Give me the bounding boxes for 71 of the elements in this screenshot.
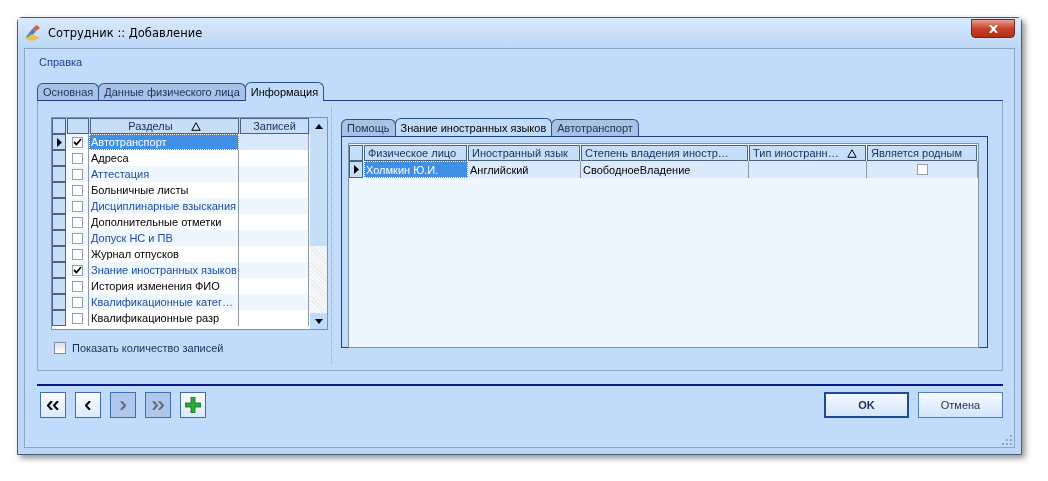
checkbox[interactable] [72,312,83,324]
table-cell: Дисциплинарные взыскания [89,198,239,214]
checkbox[interactable] [54,342,66,354]
sort-icon [846,148,857,158]
column-title: Степень владения иностр… [585,147,729,159]
tab[interactable]: Помощь [341,119,396,136]
scroll-down-icon[interactable] [314,318,323,324]
column-header[interactable]: Является родным [867,145,977,161]
checkbox[interactable] [72,200,83,212]
column-header[interactable]: Степень владения иностр… [581,145,748,161]
first-button[interactable] [40,392,66,418]
table-cell [239,134,309,150]
scroll-up-icon[interactable] [314,123,323,129]
column-header[interactable]: Записей [240,118,309,134]
dialog-button[interactable]: OK [824,392,909,418]
resize-grip-icon [1002,435,1012,445]
dialog-button[interactable]: Отмена [918,392,1003,418]
double-chevron-right-icon [152,400,164,410]
checkbox[interactable] [72,296,83,308]
row-pointer-icon [56,137,62,147]
plus-icon [185,397,201,413]
row-pointer-icon [353,165,359,174]
table-cell: Английский [468,161,581,178]
column-header[interactable]: Иностранный язык [468,145,580,161]
close-button[interactable] [971,19,1015,38]
column-title: Является родным [871,147,963,159]
table-cell: Автотранспорт [89,134,239,150]
menu-item[interactable]: Справка [39,56,83,68]
table-cell: Знание иностранных языков [89,262,239,278]
column-title: Физическое лицо [368,147,457,159]
close-icon [988,24,998,33]
chevron-right-icon [120,400,126,410]
checkbox[interactable] [72,264,83,276]
checkbox[interactable] [72,232,83,244]
row-indicator[interactable] [349,161,363,178]
column-header[interactable]: Разделы [90,118,239,134]
app-icon [24,25,42,41]
double-chevron-left-icon [47,400,59,410]
checkbox-label: Показать количество записей [72,342,224,354]
row-indicator[interactable] [52,134,66,150]
column-title: Иностранный язык [472,147,568,159]
chevron-left-icon [85,400,91,410]
table-cell: Квалификационные разр [89,310,239,326]
column-title: Записей [253,120,296,132]
table-cell: Квалификационные катег… [89,294,239,310]
header-cell [349,145,363,161]
column-title: Тип иностранн… [753,147,839,159]
add-button[interactable] [180,392,206,418]
checkbox[interactable] [72,152,83,164]
checkbox[interactable] [72,184,83,196]
column-title: Разделы [128,120,173,132]
checkbox[interactable] [916,164,928,175]
checkbox[interactable] [72,280,83,292]
tab[interactable]: Автотранспорт [551,119,639,136]
tab[interactable]: Основная [37,83,100,100]
checkbox[interactable] [72,168,83,180]
table-cell: Аттестация [89,166,239,182]
checkbox[interactable] [72,248,83,260]
tab[interactable]: Информация [244,82,325,101]
prev-button[interactable] [75,392,101,418]
table-cell: СвободноеВладение [581,161,749,178]
column-header[interactable]: Физическое лицо [364,145,467,161]
window-title: Сотрудник :: Добавление [48,26,203,40]
tab[interactable]: Данные физического лица [98,83,246,100]
sort-icon [190,121,201,131]
table-cell: Допуск НС и ПВ [89,230,239,246]
table-cell: Холмкин Ю.И. [364,161,468,178]
column-header[interactable]: Тип иностранн… [749,145,866,161]
checkbox[interactable] [72,216,83,228]
checkbox[interactable] [72,136,83,148]
scrollbar[interactable] [310,118,327,329]
